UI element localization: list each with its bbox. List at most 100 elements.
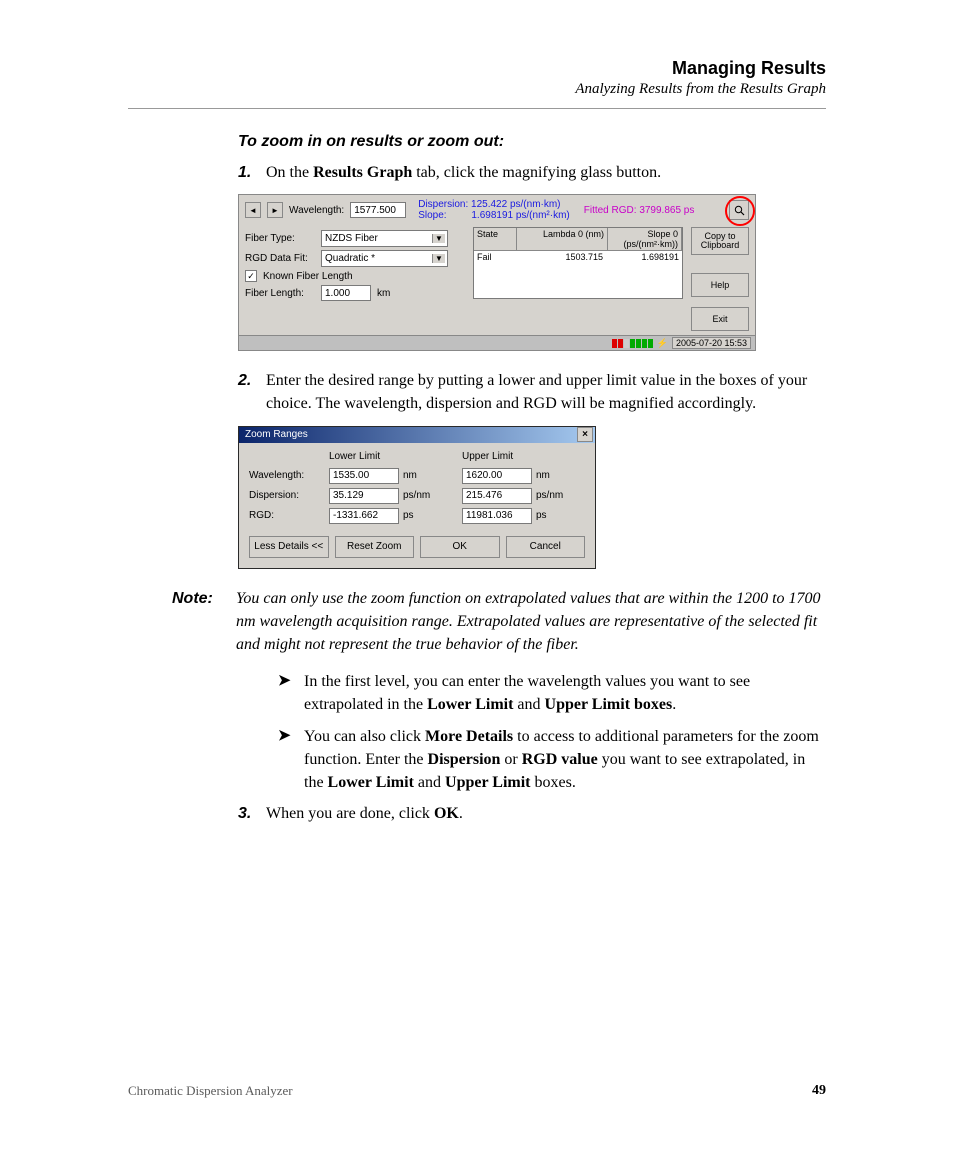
bold-text: RGD value (522, 751, 598, 768)
rgd-upper-input[interactable]: 11981.036 (462, 508, 532, 524)
step-body: On the Results Graph tab, click the magn… (266, 161, 826, 184)
step-number: 2. (238, 369, 266, 415)
exit-button[interactable]: Exit (691, 307, 749, 331)
prev-button[interactable]: ◄ (245, 202, 261, 218)
dispersion-lower-input[interactable]: 35.129 (329, 488, 399, 504)
header-rule (128, 108, 826, 109)
fiber-length-unit: km (377, 288, 390, 299)
rgd-fit-value: Quadratic * (325, 253, 375, 264)
help-button[interactable]: Help (691, 273, 749, 297)
next-button[interactable]: ► (267, 202, 283, 218)
header-subtitle: Analyzing Results from the Results Graph (128, 81, 826, 98)
results-panel: ◄ ► Wavelength: 1577.500 Dispersion: 125… (238, 194, 756, 351)
dialog-titlebar: Zoom Ranges × (239, 427, 595, 443)
note-body: You can only use the zoom function on ex… (236, 587, 826, 657)
page-footer: Chromatic Dispersion Analyzer 49 (128, 1083, 826, 1099)
bold-text: Lower Limit (328, 774, 414, 791)
wavelength-label: Wavelength: (289, 205, 344, 216)
bullet-2: ➤ You can also click More Details to acc… (278, 725, 826, 795)
bold-text: Lower Limit (427, 696, 513, 713)
slope-value: 1.698191 ps/(nm²·km) (471, 210, 569, 221)
chevron-down-icon: ▼ (432, 254, 445, 263)
cancel-button[interactable]: Cancel (506, 536, 586, 558)
note-label: Note: (172, 587, 236, 657)
text: and (414, 774, 445, 791)
fiber-length-label: Fiber Length: (245, 288, 315, 299)
known-length-label: Known Fiber Length (263, 271, 353, 282)
dispersion-value: 125.422 ps/(nm·km) (471, 199, 560, 210)
unit: ps/nm (403, 490, 430, 501)
bullet-1: ➤ In the first level, you can enter the … (278, 670, 826, 716)
bullet-body: You can also click More Details to acces… (304, 725, 826, 795)
text: or (500, 751, 521, 768)
fitted-rgd-label: Fitted RGD: (584, 205, 637, 216)
zoom-grid: Lower Limit Upper Limit Wavelength: 1535… (249, 451, 585, 524)
slope-label: Slope: (418, 210, 446, 221)
page-header: Managing Results Analyzing Results from … (128, 58, 826, 98)
magnify-button[interactable] (729, 200, 749, 220)
close-icon: × (582, 429, 588, 440)
fiber-length-input[interactable]: 1.000 (321, 285, 371, 301)
screenshot-zoom-dialog: Zoom Ranges × Lower Limit Upper Limit Wa… (238, 426, 596, 569)
bullet-arrow-icon: ➤ (278, 725, 304, 795)
text: and (513, 696, 544, 713)
magnify-icon (734, 205, 745, 216)
fiber-type-label: Fiber Type: (245, 233, 315, 244)
rgd-lower-input[interactable]: -1331.662 (329, 508, 399, 524)
cell-state: Fail (474, 251, 516, 263)
known-length-checkbox[interactable]: ✓ (245, 270, 257, 282)
less-details-button[interactable]: Less Details << (249, 536, 329, 558)
wavelength-row-label: Wavelength: (249, 470, 319, 481)
results-top-row: ◄ ► Wavelength: 1577.500 Dispersion: 125… (239, 195, 755, 223)
results-table: State Lambda 0 (nm) Slope 0 (ps/(nm²·km)… (473, 227, 683, 299)
rgd-fit-label: RGD Data Fit: (245, 253, 315, 264)
page: Managing Results Analyzing Results from … (0, 0, 954, 1159)
chevron-down-icon: ▼ (432, 234, 445, 243)
step-2: 2. Enter the desired range by putting a … (238, 369, 826, 415)
page-number: 49 (812, 1083, 826, 1099)
wavelength-input[interactable]: 1577.500 (350, 202, 406, 218)
text: On the (266, 164, 313, 181)
bold-text: Upper Limit (445, 774, 530, 791)
status-indicator (612, 339, 653, 348)
dispersion-row-label: Dispersion: (249, 490, 319, 501)
dispersion-block: Dispersion: 125.422 ps/(nm·km) Slope: 1.… (418, 199, 570, 221)
cell-lambda: 1503.715 (516, 251, 606, 263)
ok-button[interactable]: OK (420, 536, 500, 558)
text: . (672, 696, 676, 713)
unit: ps/nm (536, 490, 563, 501)
rgd-fit-select[interactable]: Quadratic * ▼ (321, 250, 448, 267)
step-body: When you are done, click OK. (266, 802, 826, 825)
wavelength-lower-input[interactable]: 1535.00 (329, 468, 399, 484)
table-row: Fail 1503.715 1.698191 (474, 251, 682, 263)
text: boxes. (531, 774, 576, 791)
step-number: 1. (238, 161, 266, 184)
step-number: 3. (238, 802, 266, 825)
rgd-row-label: RGD: (249, 510, 319, 521)
step-body: Enter the desired range by putting a low… (266, 369, 826, 415)
fiber-type-select[interactable]: NZDS Fiber ▼ (321, 230, 448, 247)
reset-zoom-button[interactable]: Reset Zoom (335, 536, 415, 558)
fiber-type-value: NZDS Fiber (325, 233, 378, 244)
header-title: Managing Results (128, 58, 826, 79)
note: Note: You can only use the zoom function… (128, 587, 826, 657)
dialog-panel: Lower Limit Upper Limit Wavelength: 1535… (239, 443, 595, 568)
unit: ps (536, 510, 547, 521)
side-col: Copy to Clipboard Help Exit (691, 227, 749, 331)
text: You can also click (304, 728, 425, 745)
plug-icon: ⚡ (657, 338, 668, 349)
dialog-buttons: Less Details << Reset Zoom OK Cancel (249, 536, 585, 558)
screenshot-results-panel: ◄ ► Wavelength: 1577.500 Dispersion: 125… (238, 194, 826, 351)
step-3: 3. When you are done, click OK. (238, 802, 826, 825)
close-button[interactable]: × (577, 427, 593, 442)
dispersion-upper-input[interactable]: 215.476 (462, 488, 532, 504)
dialog-title: Zoom Ranges (245, 429, 308, 440)
results-mid: Fiber Type: NZDS Fiber ▼ RGD Data Fit: Qu… (239, 223, 755, 335)
unit: nm (536, 470, 550, 481)
bold-text: More Details (425, 728, 513, 745)
unit: nm (403, 470, 417, 481)
bold-text: OK (434, 805, 459, 822)
wavelength-upper-input[interactable]: 1620.00 (462, 468, 532, 484)
copy-clipboard-button[interactable]: Copy to Clipboard (691, 227, 749, 255)
dispersion-label: Dispersion: (418, 199, 468, 210)
